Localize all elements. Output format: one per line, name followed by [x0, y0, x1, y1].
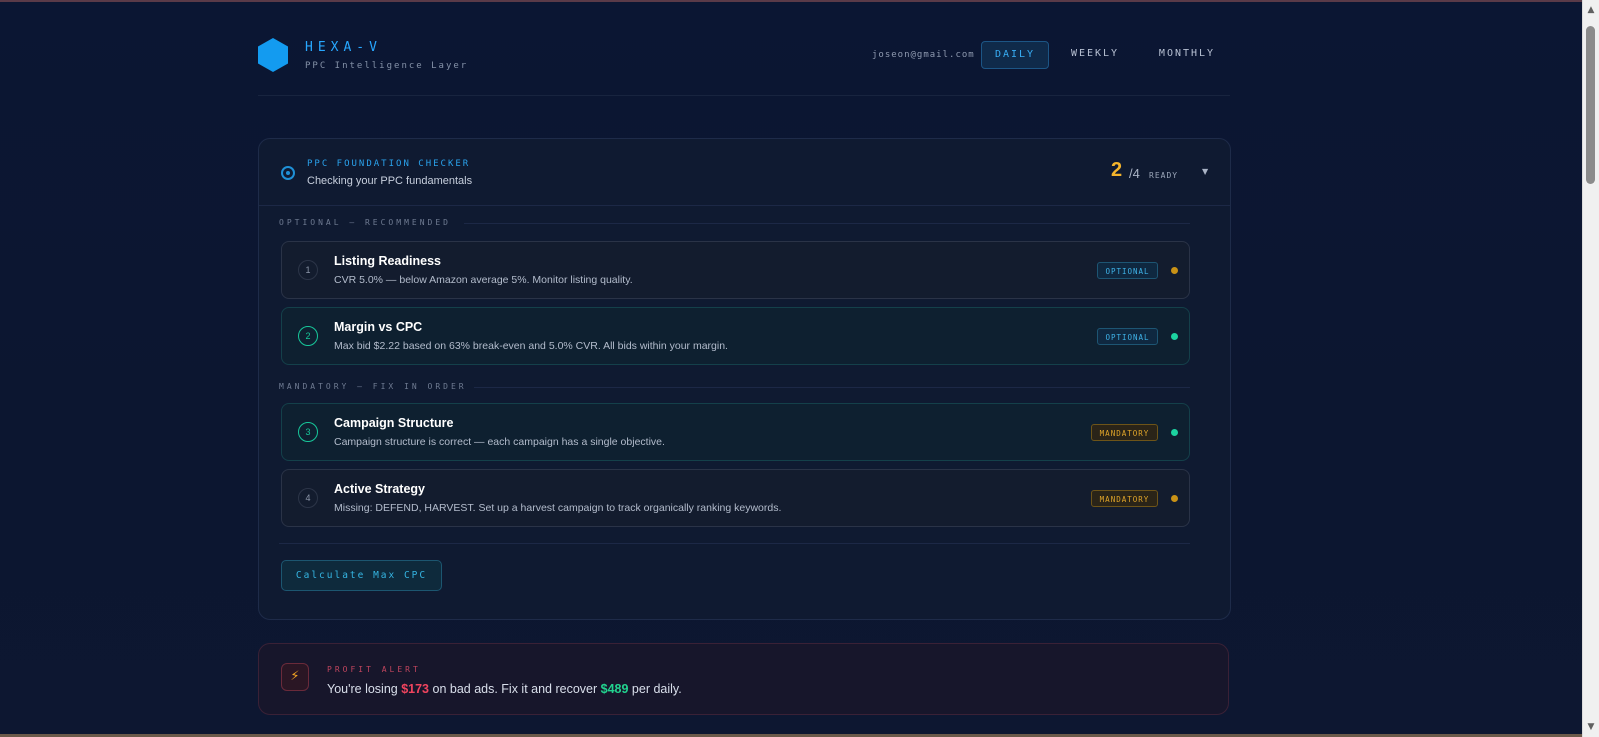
step-number: 4 [298, 488, 318, 508]
optional-badge: OPTIONAL [1097, 328, 1158, 345]
loss-amount: $173 [401, 682, 430, 696]
user-email: joseon@gmail.com [872, 50, 975, 60]
alert-text-part: per daily. [628, 682, 682, 696]
top-border [0, 0, 1583, 2]
item-description: CVR 5.0% — below Amazon average 5%. Moni… [334, 274, 633, 286]
item-description: Campaign structure is correct — each cam… [334, 436, 665, 448]
item-title: Active Strategy [334, 482, 426, 496]
step-number: 1 [298, 260, 318, 280]
tab-weekly[interactable]: WEEKLY [1057, 41, 1133, 67]
optional-badge: OPTIONAL [1097, 262, 1158, 279]
mandatory-badge: MANDATORY [1091, 424, 1158, 441]
item-title: Margin vs CPC [334, 320, 423, 334]
step-number: 2 [298, 326, 318, 346]
section-label-optional: OPTIONAL — RECOMMENDED [279, 218, 451, 227]
caret-down-icon[interactable]: ▼ [1202, 167, 1208, 176]
alert-text-part: on bad ads. Fix it and recover [429, 682, 601, 696]
check-item-active-strategy[interactable]: 4 Active Strategy Missing: DEFEND, HARVE… [281, 469, 1190, 527]
vertical-scrollbar[interactable]: ▲ ▼ [1582, 0, 1599, 737]
mandatory-badge: MANDATORY [1091, 490, 1158, 507]
item-title: Campaign Structure [334, 416, 454, 430]
foundation-checker-panel: PPC FOUNDATION CHECKER Checking your PPC… [258, 138, 1231, 620]
alert-text-part: You're losing [327, 682, 402, 696]
ready-total: /4 [1129, 166, 1140, 181]
scrollbar-thumb[interactable] [1586, 26, 1595, 184]
section-label-mandatory: MANDATORY — FIX IN ORDER [279, 382, 467, 391]
status-dot-ok [1171, 333, 1178, 340]
scroll-up-arrow-icon[interactable]: ▲ [1583, 2, 1599, 18]
check-item-campaign-structure[interactable]: 3 Campaign Structure Campaign structure … [281, 403, 1190, 461]
tab-daily[interactable]: DAILY [981, 41, 1049, 69]
hexagon-logo-icon [258, 38, 288, 72]
calculate-max-cpc-button[interactable]: Calculate Max CPC [281, 560, 442, 591]
status-dot-ok [1171, 429, 1178, 436]
status-dot-warning [1171, 267, 1178, 274]
panel-divider [279, 543, 1190, 544]
lightning-bolt-icon: ⚡ [281, 663, 309, 691]
step-number: 3 [298, 422, 318, 442]
scroll-down-arrow-icon[interactable]: ▼ [1583, 719, 1599, 735]
recover-amount: $489 [600, 682, 629, 696]
item-description: Max bid $2.22 based on 63% break-even an… [334, 340, 728, 352]
section-divider [464, 223, 1190, 224]
brand-tagline: PPC Intelligence Layer [305, 61, 469, 71]
item-title: Listing Readiness [334, 254, 441, 268]
section-divider [474, 387, 1190, 388]
alert-title: PROFIT ALERT [327, 665, 421, 674]
checker-header[interactable]: PPC FOUNDATION CHECKER Checking your PPC… [259, 139, 1230, 206]
status-dot-warning [1171, 495, 1178, 502]
target-icon [281, 166, 295, 180]
check-item-listing-readiness[interactable]: 1 Listing Readiness CVR 5.0% — below Ama… [281, 241, 1190, 299]
header-divider [258, 95, 1230, 96]
ready-count: 2 [1111, 159, 1123, 181]
check-item-margin-vs-cpc[interactable]: 2 Margin vs CPC Max bid $2.22 based on 6… [281, 307, 1190, 365]
checker-title: PPC FOUNDATION CHECKER [307, 159, 471, 169]
ready-label: READY [1149, 171, 1179, 180]
profit-alert-card: ⚡ PROFIT ALERT You're losing $173 on bad… [258, 643, 1229, 715]
brand-name: HEXA-V [305, 40, 382, 55]
tab-monthly[interactable]: MONTHLY [1144, 41, 1230, 67]
checker-subtitle: Checking your PPC fundamentals [307, 175, 473, 187]
alert-message: You're losing $173 on bad ads. Fix it an… [327, 682, 682, 696]
item-description: Missing: DEFEND, HARVEST. Set up a harve… [334, 502, 782, 514]
